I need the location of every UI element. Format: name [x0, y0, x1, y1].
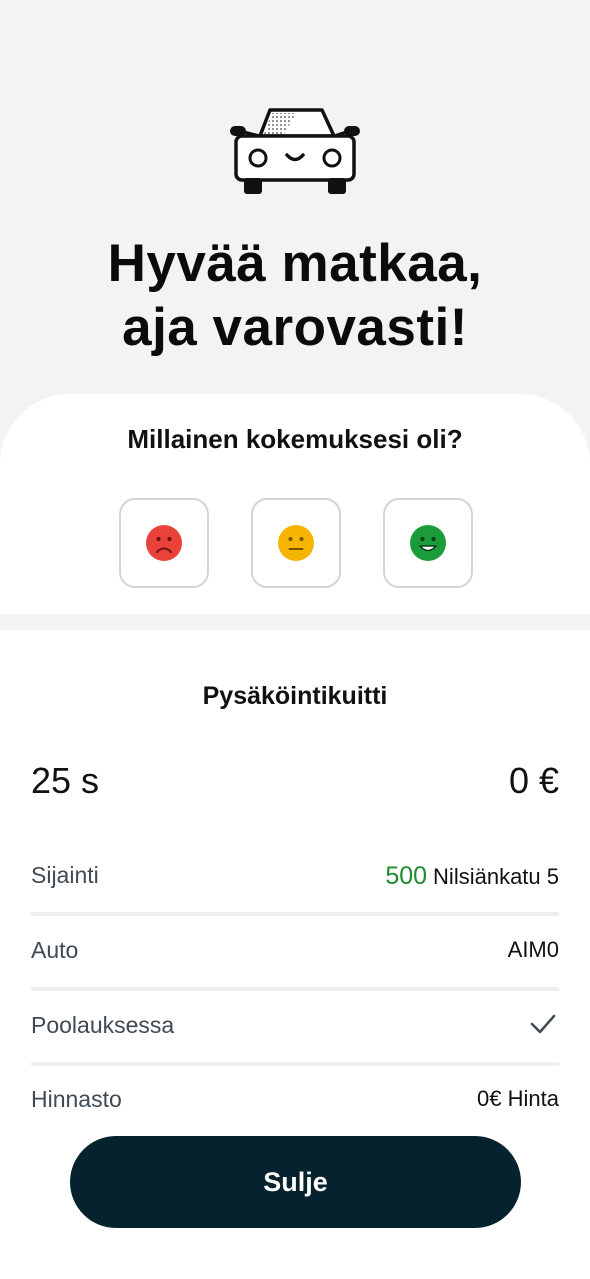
car-label: Auto — [31, 937, 79, 963]
receipt-title: Pysäköintikuitti — [202, 682, 388, 710]
title-line-2: aja varovasti! — [122, 298, 468, 357]
detail-row-car: Auto AIM0 — [31, 919, 559, 991]
rating-neutral-button[interactable] — [251, 498, 341, 588]
car-icon — [230, 108, 360, 194]
location-value: 500 Nilsiänkatu 5 — [385, 862, 559, 891]
car-plate: AIM0 — [507, 937, 559, 962]
happy-face-icon — [410, 525, 446, 561]
pooling-label: Poolauksessa — [31, 1012, 175, 1038]
title-line-1: Hyvää matkaa, — [107, 234, 483, 293]
pricing-label: Hinnasto — [31, 1086, 122, 1112]
detail-row-pooling: Poolauksessa — [31, 994, 559, 1066]
rating-question: Millainen kokemuksesi oli? — [127, 424, 463, 454]
checkmark-icon — [530, 1014, 556, 1034]
zone-code: 500 — [385, 862, 428, 890]
receipt-summary: 25 s 0 € — [31, 760, 559, 804]
rating-sad-button[interactable] — [119, 498, 209, 588]
parking-duration: 25 s — [31, 760, 100, 801]
location-label: Sijainti — [31, 862, 99, 888]
section-divider — [0, 614, 590, 630]
sad-face-icon — [146, 525, 182, 561]
rating-card: Millainen kokemuksesi oli? — [0, 394, 590, 614]
rating-options — [119, 498, 473, 588]
neutral-face-icon — [278, 525, 314, 561]
rating-happy-button[interactable] — [383, 498, 473, 588]
pricing-value: 0€ Hinta — [477, 1086, 559, 1111]
page-title: Hyvää matkaa, aja varovasti! — [0, 232, 590, 360]
street-address: Nilsiänkatu 5 — [433, 864, 559, 889]
detail-row-pricing: Hinnasto 0€ Hinta — [31, 1068, 559, 1140]
close-button[interactable]: Sulje — [70, 1136, 521, 1228]
detail-row-location: Sijainti 500 Nilsiänkatu 5 — [31, 844, 559, 916]
parking-price: 0 € — [508, 760, 559, 801]
